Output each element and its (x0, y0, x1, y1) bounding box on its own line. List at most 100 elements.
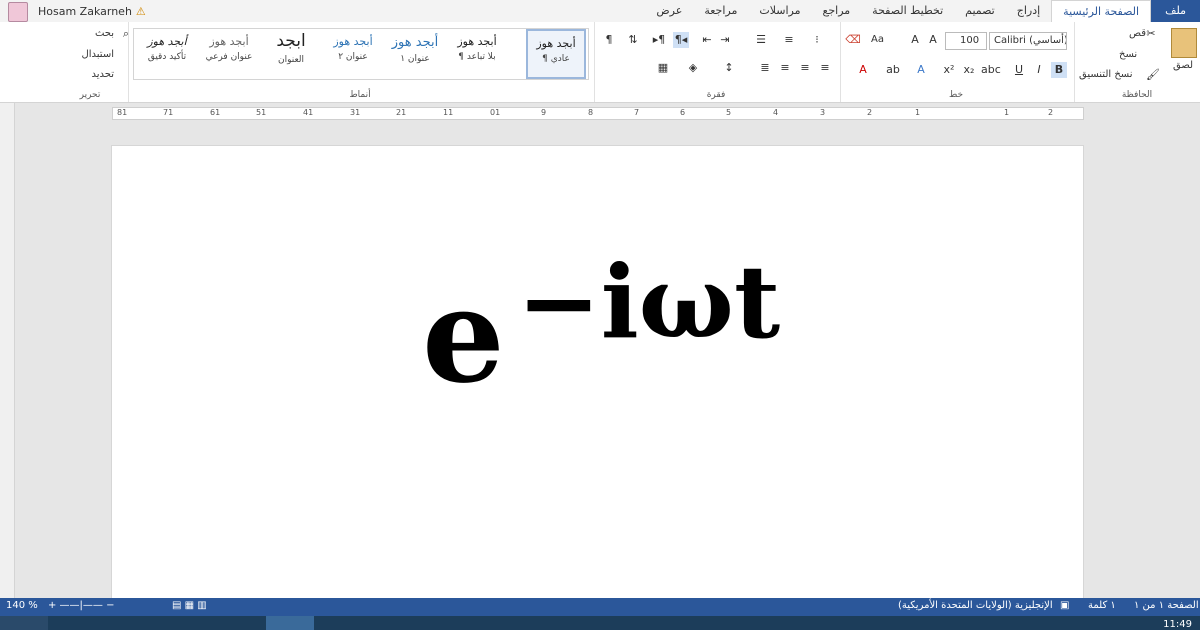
style-no-spacing[interactable]: أبجد هوز ¶ بلا تباعد (448, 29, 506, 79)
acrobat-taskbar-icon[interactable] (474, 616, 522, 630)
shrink-font-icon[interactable]: A (925, 32, 941, 48)
style-preview: أبجد هوز (333, 35, 373, 48)
line-spacing-icon[interactable]: ↕ (721, 60, 737, 76)
subscript-icon[interactable]: x₂ (961, 62, 977, 78)
style-heading-2[interactable]: أبجد هوز عنوان ٢ (324, 29, 382, 79)
italic-button[interactable]: I (1031, 62, 1047, 78)
align-left-icon[interactable]: ≡ (777, 60, 793, 76)
style-title[interactable]: ابجد العنوان (262, 29, 320, 79)
user-name[interactable]: Hosam Zakarneh (38, 5, 132, 18)
strikethrough-icon[interactable]: abc (981, 62, 1001, 78)
underline-button[interactable]: U (1011, 62, 1027, 78)
style-heading-1[interactable]: أبجد هوز عنوان ١ (386, 29, 444, 79)
vertical-ruler[interactable] (0, 103, 15, 598)
bold-button[interactable]: B (1051, 62, 1067, 78)
account-area[interactable]: Hosam Zakarneh ⚠ (0, 0, 146, 22)
ie-taskbar-icon[interactable] (58, 616, 106, 630)
font-color-icon[interactable]: A (855, 62, 871, 78)
ruler-number: 9 (541, 108, 547, 117)
clipboard-icon[interactable] (1171, 28, 1197, 58)
word-taskbar-icon[interactable] (266, 616, 314, 630)
style-preview: أبجد هوز (209, 35, 249, 48)
align-center-icon[interactable]: ≡ (797, 60, 813, 76)
photoshop-taskbar-icon[interactable] (422, 616, 470, 630)
style-name: العنوان (277, 55, 305, 65)
format-painter-button[interactable]: نسخ التنسيق (1079, 69, 1132, 80)
style-subtle-emphasis[interactable]: أبجد هوز تأكيد دقيق (138, 29, 196, 79)
ltr-icon[interactable]: ▸¶ (651, 32, 667, 48)
app-taskbar-icon[interactable] (214, 616, 262, 630)
start-button[interactable] (0, 616, 48, 630)
shading-icon[interactable]: ◈ (685, 60, 701, 76)
style-name: ¶ بلا تباعد (458, 52, 496, 62)
tab-home[interactable]: الصفحة الرئيسية (1051, 0, 1152, 24)
style-normal[interactable]: أبجد هوز ¶ عادي (526, 29, 586, 79)
group-styles: أبجد هوز تأكيد دقيق أبجد هوز عنوان فرعي … (128, 22, 591, 102)
superscript-icon[interactable]: x² (941, 62, 957, 78)
tab-mailings[interactable]: مراسلات (748, 0, 811, 22)
zoom-level[interactable]: 140 % (6, 600, 38, 611)
ruler-number: 1 (1004, 108, 1010, 117)
indent-icon[interactable]: ⇤ (699, 32, 715, 48)
ruler-number: 8 (588, 108, 594, 117)
bullets-icon[interactable]: ⁝ (809, 32, 825, 48)
ruler-number: 2 (1048, 108, 1054, 117)
equation[interactable]: e −iωt (422, 243, 780, 401)
folder-taskbar-icon[interactable] (162, 616, 210, 630)
change-case-button[interactable]: Aa (871, 34, 884, 45)
premiere-taskbar-icon[interactable] (370, 616, 418, 630)
tab-file[interactable]: ملف (1151, 0, 1200, 22)
ruler-number: 31 (350, 108, 361, 117)
paste-button[interactable]: لصق (1173, 60, 1193, 71)
text-effects-icon[interactable]: A (913, 62, 929, 78)
font-name-box[interactable]: Calibri (أساسي) (989, 32, 1067, 50)
powerpoint-taskbar-icon[interactable] (318, 616, 366, 630)
group-label-clipboard: الحافظة (1121, 90, 1153, 100)
zoom-slider[interactable]: + ——|—— − (48, 600, 114, 611)
scissors-icon: ✂ (1146, 27, 1156, 40)
tab-references[interactable]: مراجع (812, 0, 862, 22)
language-indicator[interactable]: الإنجليزية (الولايات المتحدة الأمريكية) (898, 600, 1053, 611)
replace-button[interactable]: استبدال (82, 49, 115, 60)
sort-icon[interactable]: ⇅ (625, 32, 641, 48)
clear-formatting-icon[interactable]: ⌫ (845, 32, 861, 48)
font-size-box[interactable]: 100 (945, 32, 987, 50)
tab-insert[interactable]: إدراج (1006, 0, 1051, 22)
ribbon: بحث ⌕ استبدال تحديد تحرير أبجد هوز تأكيد… (0, 22, 1200, 103)
borders-icon[interactable]: ▦ (655, 60, 671, 76)
multilevel-list-icon[interactable]: ☰ (753, 32, 769, 48)
document-page[interactable]: e −iωt (111, 145, 1084, 607)
rtl-icon[interactable]: ¶◂ (673, 32, 689, 48)
tab-design[interactable]: تصميم (954, 0, 1006, 22)
select-button[interactable]: تحديد (91, 69, 114, 80)
clock[interactable]: 11:49 (1163, 619, 1192, 630)
justify-icon[interactable]: ≣ (757, 60, 773, 76)
style-subtitle[interactable]: أبجد هوز عنوان فرعي (200, 29, 258, 79)
app2-taskbar-icon[interactable] (526, 616, 574, 630)
tab-review[interactable]: مراجعة (693, 0, 748, 22)
view-mode-icons[interactable]: ▤ ▦ ▥ (172, 600, 207, 611)
tab-page-layout[interactable]: تخطيط الصفحة (861, 0, 954, 22)
ruler-number: 5 (726, 108, 732, 117)
highlight-icon[interactable]: ab (885, 62, 901, 78)
chrome-taskbar-icon[interactable] (110, 616, 158, 630)
copy-button[interactable]: نسخ (1119, 49, 1137, 60)
horizontal-ruler[interactable]: 2 1 1 2 3 4 5 6 7 8 9 01 11 21 31 41 51 … (0, 103, 1200, 123)
grow-font-icon[interactable]: A (907, 32, 923, 48)
ruler-number: 01 (490, 108, 501, 117)
ruler-number: 71 (163, 108, 174, 117)
align-right-icon[interactable]: ≡ (817, 60, 833, 76)
vertical-scrollbar[interactable] (1182, 123, 1200, 598)
page-count[interactable]: الصفحة ١ من ١ (1134, 600, 1199, 611)
find-button[interactable]: بحث (95, 28, 114, 39)
outdent-icon[interactable]: ⇥ (717, 32, 733, 48)
proofing-icon[interactable]: ▣ (1060, 600, 1069, 611)
word-count[interactable]: ١ كلمة (1088, 600, 1116, 611)
tab-view[interactable]: عرض (645, 0, 693, 22)
pilcrow-icon[interactable]: ¶ (601, 32, 617, 48)
avatar[interactable] (8, 2, 28, 22)
ruler-number: 61 (210, 108, 221, 117)
style-name: عنوان ٢ (338, 52, 368, 62)
numbering-icon[interactable]: ≡ (781, 32, 797, 48)
taskbar: 11:49 (0, 616, 1200, 630)
